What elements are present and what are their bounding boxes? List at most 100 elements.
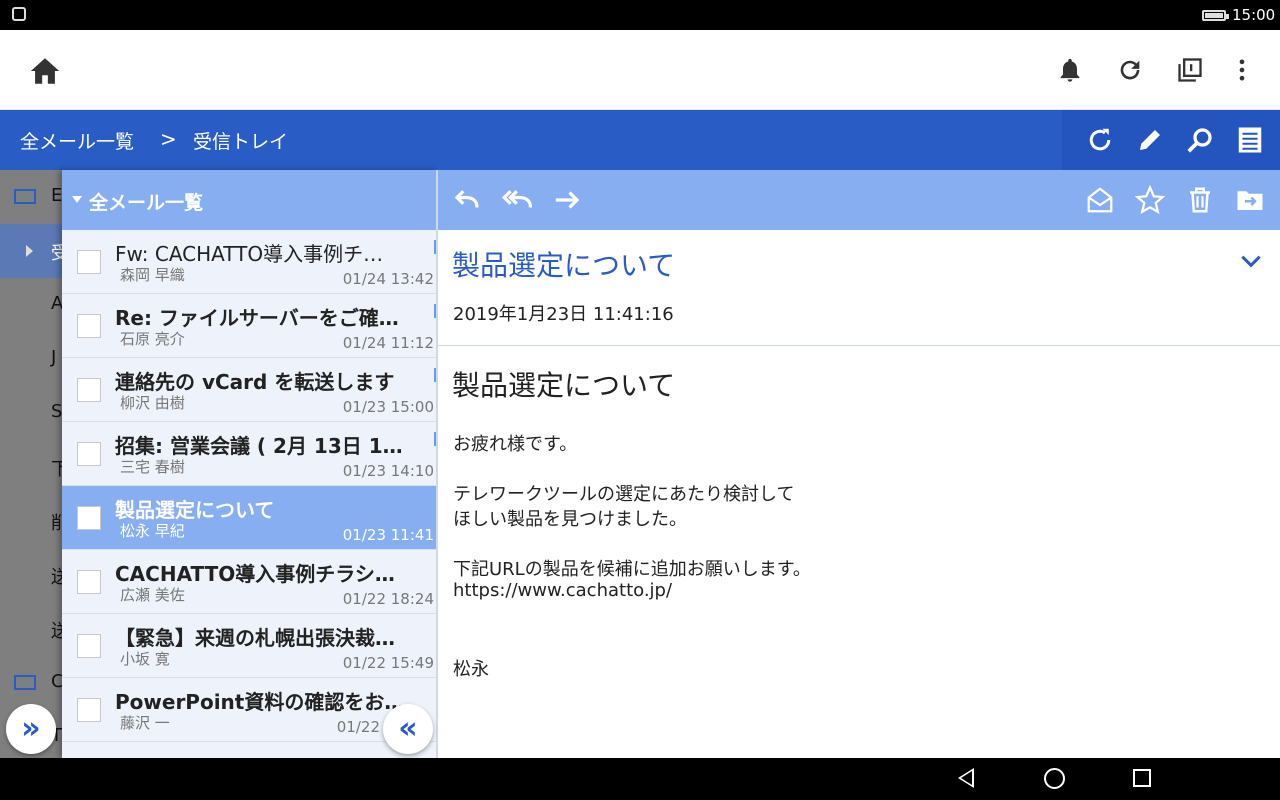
- search-icon[interactable]: [1185, 125, 1215, 155]
- mail-subject: Re: ファイルサーバーをご確…: [115, 306, 399, 330]
- trash-icon[interactable]: [1185, 185, 1215, 215]
- mail-subject: 製品選定について: [115, 498, 275, 522]
- reply-icon[interactable]: [452, 185, 482, 215]
- list-view-icon[interactable]: [1235, 125, 1265, 155]
- mail-from: 藤沢 一: [120, 714, 170, 732]
- collapse-list-button[interactable]: «: [383, 704, 433, 754]
- tabs-icon[interactable]: [1176, 56, 1204, 84]
- mail-list-title: 全メール一覧: [89, 192, 204, 214]
- mail-from: 石原 亮介: [120, 330, 185, 348]
- mail-body-title: 製品選定について: [452, 369, 676, 402]
- sidebar-account-c[interactable]: C: [0, 656, 64, 710]
- folder-sidebar: E 受 A J S 下 削 送 送 C T: [0, 170, 64, 758]
- mail-from: 松永 早紀: [120, 522, 185, 540]
- row-checkbox[interactable]: [77, 506, 101, 530]
- mail-from: 小坂 寛: [120, 650, 170, 668]
- mail-body-line: 下記URLの製品を候補に追加お願いします。: [453, 559, 811, 580]
- status-bar: 15:00: [0, 0, 1280, 30]
- mail-subject: 連絡先の vCard を転送します: [115, 370, 395, 394]
- breadcrumb-root[interactable]: 全メール一覧: [20, 127, 134, 154]
- dropdown-arrow-icon: [72, 196, 82, 203]
- mail-date: 01/23 14:10: [342, 462, 434, 480]
- sidebar-item[interactable]: 削: [0, 494, 64, 548]
- sidebar-item[interactable]: A: [0, 278, 64, 332]
- battery-icon: [1202, 10, 1229, 21]
- refresh-icon[interactable]: [1116, 56, 1144, 84]
- breadcrumb-separator: >: [160, 127, 177, 151]
- row-checkbox[interactable]: [77, 570, 101, 594]
- mail-row[interactable]: 招集: 営業会議 ( 2月 13日 1… 三宅 春樹 01/23 14:10: [62, 422, 436, 486]
- mail-date: 01/22: [336, 718, 380, 736]
- mail-from: 広瀬 美佐: [120, 586, 185, 604]
- home-circle-icon[interactable]: [1044, 768, 1065, 789]
- mail-body-signature: 松永: [453, 659, 489, 680]
- chevron-down-icon[interactable]: [1238, 248, 1264, 274]
- bell-icon[interactable]: [1056, 56, 1084, 84]
- mail-row[interactable]: Re: ファイルサーバーをご確… 石原 亮介 01/24 11:12: [62, 294, 436, 358]
- sidebar-account-e[interactable]: E: [0, 170, 64, 224]
- sidebar-item[interactable]: 送: [0, 548, 64, 602]
- mail-subject: CACHATTO導入事例チラシ…: [115, 562, 395, 586]
- mail-subject: PowerPoint資料の確認をお…: [115, 690, 405, 714]
- mail-from: 柳沢 由樹: [120, 394, 185, 412]
- expand-arrow-icon: [26, 245, 33, 257]
- notification-icon: [12, 7, 26, 21]
- mail-date: 01/24 11:12: [342, 334, 434, 352]
- row-checkbox[interactable]: [77, 378, 101, 402]
- mail-row[interactable]: CACHATTO導入事例チラシ… 広瀬 美佐 01/22 18:24: [62, 550, 436, 614]
- row-checkbox[interactable]: [77, 698, 101, 722]
- reply-all-icon[interactable]: [500, 185, 536, 215]
- recent-apps-icon[interactable]: [1133, 769, 1151, 787]
- forward-icon[interactable]: [552, 185, 582, 215]
- mail-icon: [14, 189, 36, 204]
- mail-detail-datetime: 2019年1月23日 11:41:16: [453, 304, 674, 325]
- status-time: 15:00: [1232, 6, 1276, 24]
- row-checkbox[interactable]: [77, 442, 101, 466]
- mail-icon: [14, 675, 36, 690]
- home-icon[interactable]: [28, 54, 62, 88]
- mail-date: 01/23 11:41: [342, 526, 434, 544]
- mail-row-partial[interactable]: [62, 742, 436, 758]
- mail-detail: 製品選定について 2019年1月23日 11:41:16 製品選定について お疲…: [438, 230, 1280, 758]
- row-checkbox[interactable]: [77, 634, 101, 658]
- sync-icon[interactable]: [1085, 125, 1115, 155]
- mail-row[interactable]: 【緊急】来週の札幌出張決裁… 小坂 寛 01/22 15:49: [62, 614, 436, 678]
- row-checkbox[interactable]: [77, 314, 101, 338]
- mail-row-selected[interactable]: 製品選定について 松永 早紀 01/23 11:41: [62, 486, 436, 550]
- header-divider: [438, 345, 1280, 346]
- mail-row[interactable]: Fw: CACHATTO導入事例チ… 森岡 早織 01/24 13:42: [62, 230, 436, 294]
- sidebar-item-inbox[interactable]: 受: [0, 224, 64, 278]
- expand-sidebar-button[interactable]: »: [6, 704, 56, 754]
- move-to-folder-icon[interactable]: [1235, 185, 1265, 215]
- star-icon[interactable]: [1135, 185, 1165, 215]
- mail-row[interactable]: 連絡先の vCard を転送します 柳沢 由樹 01/23 15:00: [62, 358, 436, 422]
- sidebar-item[interactable]: S: [0, 386, 64, 440]
- breadcrumb-current[interactable]: 受信トレイ: [193, 127, 288, 154]
- row-checkbox[interactable]: [77, 250, 101, 274]
- back-icon[interactable]: [958, 768, 974, 788]
- mail-list-header[interactable]: 全メール一覧: [62, 170, 436, 230]
- mail-detail-subject: 製品選定について: [452, 249, 676, 282]
- app-top-bar: [0, 30, 1280, 110]
- mail-date: 01/22 15:49: [342, 654, 434, 672]
- sidebar-item[interactable]: 送: [0, 602, 64, 656]
- more-vert-icon[interactable]: [1228, 56, 1256, 84]
- mail-row[interactable]: PowerPoint資料の確認をお… 藤沢 一 01/22: [62, 678, 436, 742]
- sidebar-item[interactable]: 下: [0, 440, 64, 494]
- mail-body-line: ほしい製品を見つけました。: [453, 509, 687, 530]
- mail-body-link[interactable]: https://www.cachatto.jp/: [453, 580, 672, 601]
- mail-list-pane: 全メール一覧 Fw: CACHATTO導入事例チ… 森岡 早織 01/24 13…: [62, 170, 438, 758]
- mail-date: 01/23 15:00: [342, 398, 434, 416]
- mail-date: 01/22 18:24: [342, 590, 434, 608]
- system-nav-bar: [0, 758, 1280, 800]
- mail-from: 森岡 早織: [120, 266, 185, 284]
- sidebar-item[interactable]: J: [0, 332, 64, 386]
- mark-read-icon[interactable]: [1085, 185, 1115, 215]
- mail-date: 01/24 13:42: [342, 270, 434, 288]
- compose-icon[interactable]: [1135, 125, 1165, 155]
- mail-body-line: テレワークツールの選定にあたり検討して: [453, 484, 795, 505]
- mail-subject: 【緊急】来週の札幌出張決裁…: [115, 626, 395, 650]
- mail-subject: 招集: 営業会議 ( 2月 13日 1…: [115, 434, 403, 458]
- mail-subject: Fw: CACHATTO導入事例チ…: [115, 242, 384, 266]
- mail-body-line: お疲れ様です。: [453, 434, 578, 455]
